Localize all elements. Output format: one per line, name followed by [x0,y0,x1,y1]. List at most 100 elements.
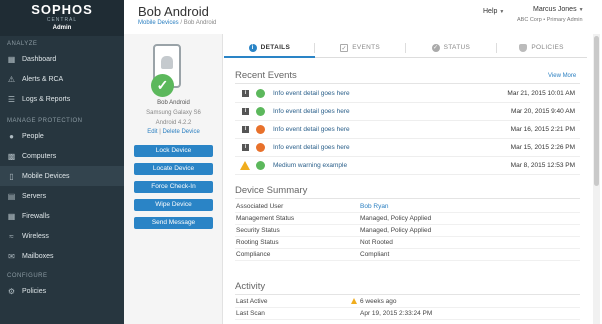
page-title: Bob Android [138,4,209,19]
status-ok-icon [256,89,265,98]
scrollbar-thumb[interactable] [594,36,599,186]
delete-device-link[interactable]: Delete Device [162,129,199,135]
event-text: Info event detail goes here [273,90,350,97]
brand-sub: CENTRAL [46,17,78,23]
summary-row: Compliance Compliant [235,249,580,261]
brand-role: Admin [52,25,72,31]
info-icon: i [242,126,249,133]
status-ok-icon [256,161,265,170]
summary-row: Associated User Bob Ryan [235,201,580,213]
locate-device-button[interactable]: Locate Device [134,163,213,175]
sidebar-item-label: Dashboard [22,55,57,63]
sidebar-item-mobile-devices[interactable]: ▯ Mobile Devices [0,166,124,186]
sidebar: SOPHOS CENTRAL Admin ANALYZE ▦ Dashboard… [0,0,124,324]
firewall-icon: ▦ [7,211,16,221]
summary-row: Management Status Managed, Policy Applie… [235,213,580,225]
event-date: Mar 20, 2015 9:40 AM [511,108,575,115]
summary-value: Managed, Policy Applied [360,227,432,234]
sidebar-item-mailboxes[interactable]: ✉ Mailboxes [0,246,124,266]
sidebar-item-label: Alerts & RCA [22,75,64,83]
list-icon: ☰ [7,94,16,104]
device-os: Android 4.2.2 [155,120,192,126]
section-label-analyze: ANALYZE [7,41,38,47]
warning-icon: ⚠ [7,74,16,84]
wipe-device-button[interactable]: Wipe Device [134,199,213,211]
tab-events[interactable]: ✓ EVENTS [315,38,406,57]
info-icon: i [248,43,257,52]
info-icon: i [242,90,249,97]
sidebar-item-label: Mobile Devices [22,172,70,180]
event-date: Mar 16, 2015 2:21 PM [510,126,575,133]
associated-user-link[interactable]: Bob Ryan [360,203,389,210]
event-row[interactable]: i Info event detail goes here Mar 15, 20… [235,139,580,157]
people-icon: ● [9,131,14,141]
divider [235,198,580,199]
divider [235,294,580,295]
tab-details[interactable]: i DETAILS [224,38,315,58]
status-ok-icon [256,107,265,116]
tab-bar: i DETAILS ✓ EVENTS ✓ STATUS POLICIES [224,38,587,58]
sidebar-item-label: Firewalls [22,212,50,220]
event-row[interactable]: i Info event detail goes here Mar 21, 20… [235,85,580,103]
sidebar-item-label: Servers [22,192,47,200]
sidebar-item-label: Wireless [22,232,49,240]
help-menu[interactable]: Help ▼ [483,8,504,15]
sophos-logo: SOPHOS [31,2,93,17]
tab-label: EVENTS [352,44,381,51]
brand[interactable]: SOPHOS CENTRAL Admin [0,0,124,36]
section-label-manage: MANAGE PROTECTION [7,118,83,124]
event-row[interactable]: Medium warning example Mar 8, 2015 12:53… [235,157,580,175]
force-check-in-button[interactable]: Force Check-In [134,181,213,193]
sidebar-item-label: People [22,132,44,140]
status-alert-icon [256,125,265,134]
summary-key: Rooting Status [236,239,279,246]
help-label: Help [483,8,498,15]
breadcrumb-parent-link[interactable]: Mobile Devices [138,20,179,26]
event-row[interactable]: i Info event detail goes here Mar 16, 20… [235,121,580,139]
sidebar-item-alerts[interactable]: ⚠ Alerts & RCA [0,69,124,89]
computer-icon: ▩ [7,151,16,161]
summary-key: Security Status [236,227,280,234]
sidebar-item-wireless[interactable]: ≈ Wireless [0,226,124,246]
sidebar-item-logs[interactable]: ☰ Logs & Reports [0,89,124,109]
activity-title: Activity [235,281,266,292]
activity-row: Last Scan Apr 19, 2015 2:33:24 PM [235,308,580,320]
summary-key: Management Status [236,215,295,222]
activity-key: Last Active [236,298,268,305]
summary-value: Not Rooted [360,239,393,246]
activity-key: Last Scan [236,310,265,317]
user-org: ABC Corp • Primary Admin [517,17,583,23]
tab-divider [314,43,315,53]
sidebar-item-dashboard[interactable]: ▦ Dashboard [0,49,124,69]
activity-row: Last Active 6 weeks ago [235,296,580,308]
scrollbar[interactable] [593,34,600,324]
chevron-down-icon: ▼ [578,7,584,13]
tab-divider [405,43,406,53]
sidebar-item-firewalls[interactable]: ▦ Firewalls [0,206,124,226]
lock-device-button[interactable]: Lock Device [134,145,213,157]
device-links: Edit | Delete Device [124,129,223,135]
tab-label: POLICIES [531,44,564,51]
sidebar-item-servers[interactable]: ▤ Servers [0,186,124,206]
event-row[interactable]: i Info event detail goes here Mar 20, 20… [235,103,580,121]
sidebar-item-policies[interactable]: ⚙ Policies [0,281,124,301]
view-more-link[interactable]: View More [548,73,576,79]
event-text: Info event detail goes here [273,126,350,133]
user-name: Marcus Jones [533,6,577,13]
tab-policies[interactable]: POLICIES [496,38,587,57]
event-date: Mar 21, 2015 10:01 AM [507,90,575,97]
tab-status[interactable]: ✓ STATUS [406,38,497,57]
send-message-button[interactable]: Send Message [134,217,213,229]
user-menu[interactable]: Marcus Jones ▼ [533,6,584,13]
recent-events-title: Recent Events [235,70,297,81]
edit-link[interactable]: Edit [147,129,157,135]
device-panel: ✓ Bob Android Samsung Galaxy S6 Android … [124,34,223,324]
policy-icon: ⚙ [7,286,16,296]
checkbox-icon: ✓ [340,43,349,52]
summary-row: Rooting Status Not Rooted [235,237,580,249]
android-icon [161,56,173,69]
warning-icon [240,161,250,170]
summary-value: Compliant [360,251,390,258]
sidebar-item-computers[interactable]: ▩ Computers [0,146,124,166]
sidebar-item-people[interactable]: ● People [0,126,124,146]
